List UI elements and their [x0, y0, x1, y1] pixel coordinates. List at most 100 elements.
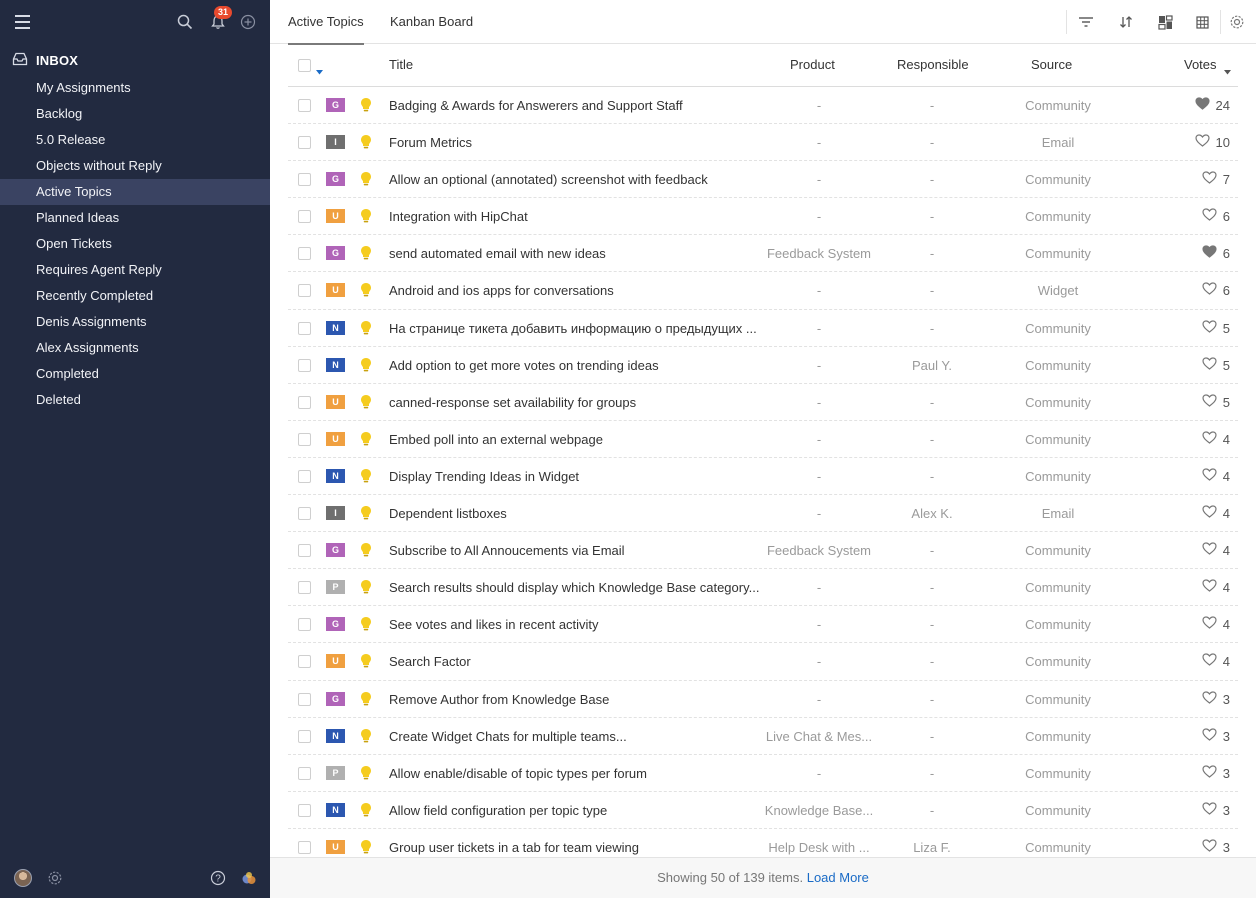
heart-icon[interactable]: [1202, 458, 1223, 495]
topic-title[interactable]: Android and ios apps for conversations: [389, 272, 614, 309]
table-row[interactable]: G Remove Author from Knowledge Base - - Comm…: [288, 681, 1238, 718]
topic-title[interactable]: Allow field configuration per topic type: [389, 792, 607, 829]
table-row[interactable]: I Forum Metrics - - Email 10: [288, 124, 1238, 162]
row-checkbox[interactable]: [298, 99, 311, 112]
gear-icon[interactable]: [46, 869, 64, 887]
column-header-votes[interactable]: Votes: [1184, 44, 1217, 87]
topic-title[interactable]: Badging & Awards for Answerers and Suppo…: [389, 87, 683, 124]
app-logo-icon[interactable]: [240, 869, 258, 887]
topic-title[interactable]: Create Widget Chats for multiple teams..…: [389, 718, 627, 755]
inbox-header[interactable]: INBOX: [12, 50, 78, 70]
topic-title[interactable]: Search results should display which Know…: [389, 569, 759, 606]
heart-icon[interactable]: [1202, 347, 1223, 384]
column-header-title[interactable]: Title: [389, 44, 413, 87]
topic-title[interactable]: Integration with HipChat: [389, 198, 528, 235]
topic-title[interactable]: Allow an optional (annotated) screenshot…: [389, 161, 708, 198]
row-checkbox[interactable]: [298, 803, 311, 817]
topic-title[interactable]: Dependent listboxes: [389, 495, 507, 532]
topic-title[interactable]: send automated email with new ideas: [389, 235, 606, 272]
sort-icon[interactable]: [1116, 12, 1136, 32]
sidebar-item-recently-completed[interactable]: Recently Completed: [0, 283, 270, 309]
sidebar-item-requires-agent-reply[interactable]: Requires Agent Reply: [0, 257, 270, 283]
select-dropdown-icon[interactable]: [316, 63, 323, 78]
table-row[interactable]: N Display Trending Ideas in Widget - - Commu…: [288, 458, 1238, 496]
table-row[interactable]: N На странице тикета добавить информацию …: [288, 310, 1238, 347]
row-checkbox[interactable]: [298, 507, 311, 521]
heart-icon[interactable]: [1202, 198, 1223, 235]
sidebar-item-active-topics[interactable]: Active Topics: [0, 179, 270, 205]
row-checkbox[interactable]: [298, 284, 311, 298]
heart-icon[interactable]: [1202, 569, 1223, 606]
row-checkbox[interactable]: [298, 581, 311, 595]
row-checkbox[interactable]: [298, 247, 311, 261]
heart-icon[interactable]: [1202, 421, 1223, 458]
table-row[interactable]: P Search results should display which Kno…: [288, 569, 1238, 607]
row-checkbox[interactable]: [298, 173, 311, 187]
sidebar-item-planned-ideas[interactable]: Planned Ideas: [0, 205, 270, 231]
column-header-responsible[interactable]: Responsible: [897, 44, 969, 87]
table-row[interactable]: U Integration with HipChat - - Community 6: [288, 198, 1238, 236]
sidebar-item-my-assignments[interactable]: My Assignments: [0, 75, 270, 101]
table-row[interactable]: G See votes and likes in recent activity -…: [288, 606, 1238, 644]
table-view-icon[interactable]: [1192, 12, 1212, 32]
row-checkbox[interactable]: [298, 432, 311, 446]
heart-icon[interactable]: [1194, 87, 1216, 124]
row-checkbox[interactable]: [298, 618, 311, 632]
table-row[interactable]: G Subscribe to All Annoucements via Email…: [288, 532, 1238, 570]
topic-title[interactable]: Add option to get more votes on trending…: [389, 347, 659, 384]
column-header-product[interactable]: Product: [790, 44, 835, 87]
row-checkbox[interactable]: [298, 358, 311, 372]
sidebar-item-5-0-release[interactable]: 5.0 Release: [0, 127, 270, 153]
tab-active-topics[interactable]: Active Topics: [288, 0, 364, 45]
topic-title[interactable]: Forum Metrics: [389, 124, 472, 161]
heart-icon[interactable]: [1194, 124, 1216, 161]
row-checkbox[interactable]: [298, 544, 311, 558]
dashboard-layout-icon[interactable]: [1155, 12, 1175, 32]
table-row[interactable]: Gsend automated email with new ideas Feed…: [288, 235, 1238, 273]
sidebar-item-objects-without-reply[interactable]: Objects without Reply: [0, 153, 270, 179]
load-more-link[interactable]: Load More: [807, 870, 869, 885]
topic-title[interactable]: Subscribe to All Annoucements via Email: [389, 532, 625, 569]
table-row[interactable]: N Add option to get more votes on trendin…: [288, 347, 1238, 384]
heart-icon[interactable]: [1202, 755, 1223, 792]
table-row[interactable]: U Android and ios apps for conversations -…: [288, 272, 1238, 310]
heart-icon[interactable]: [1202, 792, 1223, 829]
hamburger-menu-icon[interactable]: [12, 12, 32, 32]
row-checkbox[interactable]: [298, 469, 311, 483]
sidebar-item-completed[interactable]: Completed: [0, 361, 270, 387]
heart-icon[interactable]: [1202, 161, 1223, 198]
sidebar-item-backlog[interactable]: Backlog: [0, 101, 270, 127]
table-row[interactable]: Ucanned-response set availability for gr…: [288, 384, 1238, 421]
select-all-checkbox[interactable]: [298, 59, 311, 72]
table-row[interactable]: N Allow field configuration per topic typ…: [288, 792, 1238, 829]
row-checkbox[interactable]: [298, 766, 311, 780]
row-checkbox[interactable]: [298, 729, 311, 743]
heart-icon[interactable]: [1202, 606, 1223, 643]
table-row[interactable]: N Create Widget Chats for multiple teams.…: [288, 718, 1238, 755]
row-checkbox[interactable]: [298, 321, 311, 335]
topic-title[interactable]: See votes and likes in recent activity: [389, 606, 599, 643]
row-checkbox[interactable]: [298, 136, 311, 150]
row-checkbox[interactable]: [298, 395, 311, 409]
heart-icon[interactable]: [1202, 532, 1223, 569]
sidebar-item-alex-assignments[interactable]: Alex Assignments: [0, 335, 270, 361]
search-icon[interactable]: [175, 12, 195, 32]
avatar[interactable]: [14, 869, 32, 887]
heart-icon[interactable]: [1202, 718, 1223, 755]
row-checkbox[interactable]: [298, 210, 311, 224]
filter-icon[interactable]: [1076, 12, 1096, 32]
heart-icon[interactable]: [1202, 235, 1223, 272]
heart-icon[interactable]: [1202, 272, 1223, 309]
row-checkbox[interactable]: [298, 655, 311, 669]
table-row[interactable]: P Allow enable/disable of topic types per…: [288, 755, 1238, 792]
topic-title[interactable]: Remove Author from Knowledge Base: [389, 681, 609, 718]
tab-kanban-board[interactable]: Kanban Board: [390, 0, 473, 44]
heart-icon[interactable]: [1202, 310, 1223, 347]
table-row[interactable]: I Dependent listboxes - Alex K. Email 4: [288, 495, 1238, 533]
table-row[interactable]: G Allow an optional (annotated) screensho…: [288, 161, 1238, 199]
heart-icon[interactable]: [1202, 681, 1223, 718]
heart-icon[interactable]: [1202, 495, 1223, 532]
topic-title[interactable]: Allow enable/disable of topic types per …: [389, 755, 647, 792]
heart-icon[interactable]: [1202, 643, 1223, 680]
topic-title[interactable]: На странице тикета добавить информацию о…: [389, 310, 757, 347]
